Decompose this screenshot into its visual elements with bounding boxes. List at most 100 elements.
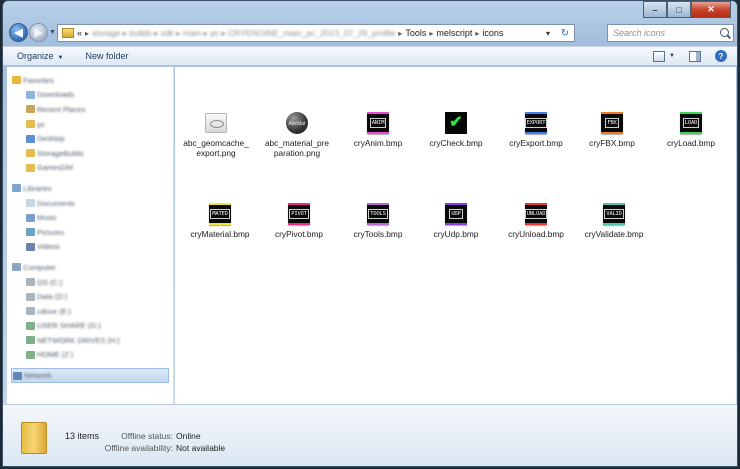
nav-item-label: Desktop bbox=[37, 134, 65, 144]
nav-group-label: Favorites bbox=[23, 75, 54, 85]
nav-item-storagebuilds[interactable]: StorageBuilds bbox=[7, 146, 173, 161]
new-folder-button[interactable]: New folder bbox=[85, 51, 128, 61]
search-input[interactable]: Search icons bbox=[607, 24, 734, 42]
file-thumbnail: AbcMat bbox=[286, 112, 308, 134]
pivot-icon: PIVOT bbox=[288, 203, 310, 225]
file-name-line1: abc_geomcache_ bbox=[183, 138, 249, 148]
file-item-cryexport[interactable]: EXPORT cryExport.bmp bbox=[495, 112, 577, 148]
validate-icon: VALID bbox=[603, 203, 625, 225]
file-thumbnail: MATED bbox=[209, 203, 231, 225]
file-item-abc-geomcache-export[interactable]: abc_geomcache_ export.png bbox=[175, 112, 257, 158]
view-options-chevron-icon[interactable]: ▼ bbox=[669, 53, 675, 59]
nav-item-label: GamesDM bbox=[37, 163, 73, 173]
nav-item-videos[interactable]: Videos bbox=[7, 240, 173, 255]
nav-item-label: Documents bbox=[37, 198, 75, 208]
address-blurred-path[interactable]: storage ▸ builds ▸ sdk ▸ main ▸ pc ▸ CRY… bbox=[92, 28, 395, 39]
file-thumbnail: ✔ bbox=[445, 112, 467, 134]
nav-item-label: NETWORK DRIVES (H:) bbox=[37, 335, 120, 345]
nav-item-drive-z[interactable]: HOME (Z:) bbox=[7, 348, 173, 363]
file-item-crycheck[interactable]: ✔ cryCheck.bmp bbox=[415, 112, 497, 148]
nav-item-drive-h[interactable]: NETWORK DRIVES (H:) bbox=[7, 333, 173, 348]
address-overflow-chevron[interactable]: « bbox=[77, 28, 82, 38]
back-button[interactable]: ◀ bbox=[9, 23, 28, 42]
file-item-cryload[interactable]: LOAD cryLoad.bmp bbox=[650, 112, 732, 148]
file-thumbnail: PIVOT bbox=[288, 203, 310, 225]
file-name: cryLoad.bmp bbox=[667, 138, 715, 148]
navigation-pane: Favorites Downloads Recent Places pc Des… bbox=[7, 67, 174, 404]
preview-pane-icon[interactable] bbox=[689, 50, 701, 62]
chevron-down-icon: ▼ bbox=[57, 55, 64, 61]
organize-menu-button[interactable]: Organize ▼ bbox=[17, 51, 63, 61]
breadcrumb-tools[interactable]: Tools bbox=[405, 28, 426, 38]
folder-icon bbox=[62, 28, 74, 38]
desktop-icon bbox=[26, 134, 35, 143]
nav-item-drive-c[interactable]: OS (C:) bbox=[7, 275, 173, 290]
help-icon[interactable]: ? bbox=[715, 50, 727, 62]
address-dropdown-icon[interactable]: ▾ bbox=[540, 25, 556, 41]
file-name: cryUnload.bmp bbox=[508, 229, 564, 239]
file-name: cryFBX.bmp bbox=[589, 138, 635, 148]
anim-icon: ANIM bbox=[367, 112, 389, 134]
command-bar: Organize ▼ New folder ▼ ? bbox=[3, 46, 737, 66]
file-item-cryanim[interactable]: ANIM cryAnim.bmp bbox=[337, 112, 419, 148]
file-thumbnail: FBX bbox=[601, 112, 623, 134]
nav-item-pc[interactable]: pc bbox=[7, 117, 173, 132]
computer-icon bbox=[12, 263, 21, 272]
network-drive-icon bbox=[26, 321, 35, 330]
file-item-crymaterial[interactable]: MATED cryMaterial.bmp bbox=[179, 203, 261, 239]
nav-item-drive-e[interactable]: cdrive (E:) bbox=[7, 304, 173, 319]
explorer-window: – □ ✕ ◀ ▶ ▼ « ▸ storage ▸ builds ▸ sdk ▸… bbox=[2, 0, 738, 467]
search-icon[interactable] bbox=[720, 28, 729, 37]
documents-icon bbox=[26, 199, 35, 208]
file-item-cryudp[interactable]: UDP cryUdp.bmp bbox=[415, 203, 497, 239]
file-thumbnail: TOOLS bbox=[367, 203, 389, 225]
nav-item-drive-d[interactable]: Data (D:) bbox=[7, 289, 173, 304]
address-separator: ▸ bbox=[475, 28, 480, 38]
nav-item-documents[interactable]: Documents bbox=[7, 196, 173, 211]
nav-item-downloads[interactable]: Downloads bbox=[7, 88, 173, 103]
nav-item-label: pc bbox=[37, 119, 45, 129]
file-item-crypivot[interactable]: PIVOT cryPivot.bmp bbox=[258, 203, 340, 239]
nav-item-label: OS (C:) bbox=[37, 277, 63, 287]
recent-pages-dropdown-icon[interactable]: ▼ bbox=[49, 29, 56, 36]
offline-status-label: Offline status: bbox=[121, 431, 173, 441]
file-thumbnail: UNLOAD bbox=[524, 203, 548, 225]
nav-item-pictures[interactable]: Pictures bbox=[7, 225, 173, 240]
nav-group-network[interactable]: Network bbox=[11, 368, 169, 383]
drive-icon bbox=[26, 292, 35, 301]
nav-item-music[interactable]: Music bbox=[7, 210, 173, 225]
minimize-button[interactable]: – bbox=[643, 1, 667, 18]
nav-group-libraries[interactable]: Libraries bbox=[7, 181, 173, 196]
nav-group-label: Libraries bbox=[23, 183, 52, 193]
nav-item-gamesdm[interactable]: GamesDM bbox=[7, 161, 173, 176]
network-drive-icon bbox=[26, 350, 35, 359]
maximize-button[interactable]: □ bbox=[667, 1, 691, 18]
nav-item-label: Pictures bbox=[37, 227, 65, 237]
file-thumbnail bbox=[205, 112, 227, 134]
nav-item-label: StorageBuilds bbox=[37, 148, 84, 158]
offline-availability-label: Offline availability: bbox=[104, 443, 173, 453]
nav-group-computer[interactable]: Computer bbox=[7, 260, 173, 275]
file-list: abc_geomcache_ export.png AbcMat abc_mat… bbox=[175, 67, 736, 404]
file-name: cryValidate.bmp bbox=[584, 229, 644, 239]
forward-button[interactable]: ▶ bbox=[29, 23, 48, 42]
file-item-cryfbx[interactable]: FBX cryFBX.bmp bbox=[571, 112, 653, 148]
breadcrumb-melscript[interactable]: melscript bbox=[436, 28, 472, 38]
address-separator: ▸ bbox=[85, 28, 90, 38]
refresh-icon[interactable]: ↻ bbox=[557, 25, 573, 41]
nav-item-recent-places[interactable]: Recent Places bbox=[7, 102, 173, 117]
udp-icon: UDP bbox=[445, 203, 467, 225]
file-item-abc-material-preparation[interactable]: AbcMat abc_material_pre paration.png bbox=[256, 112, 338, 158]
details-pane: 13 items Offline status: Online Offline … bbox=[3, 404, 737, 466]
change-view-icon[interactable] bbox=[653, 50, 666, 62]
file-item-crytools[interactable]: TOOLS cryTools.bmp bbox=[337, 203, 419, 239]
nav-group-favorites[interactable]: Favorites bbox=[7, 73, 173, 88]
nav-item-desktop[interactable]: Desktop bbox=[7, 131, 173, 146]
address-bar[interactable]: « ▸ storage ▸ builds ▸ sdk ▸ main ▸ pc ▸… bbox=[57, 24, 575, 42]
breadcrumb-icons[interactable]: icons bbox=[482, 28, 503, 38]
nav-item-drive-g[interactable]: USER SHARE (G:) bbox=[7, 319, 173, 334]
close-button[interactable]: ✕ bbox=[691, 1, 731, 18]
address-separator: ▸ bbox=[429, 28, 434, 38]
file-item-cryunload[interactable]: UNLOAD cryUnload.bmp bbox=[495, 203, 577, 239]
file-item-cryvalidate[interactable]: VALID cryValidate.bmp bbox=[573, 203, 655, 239]
